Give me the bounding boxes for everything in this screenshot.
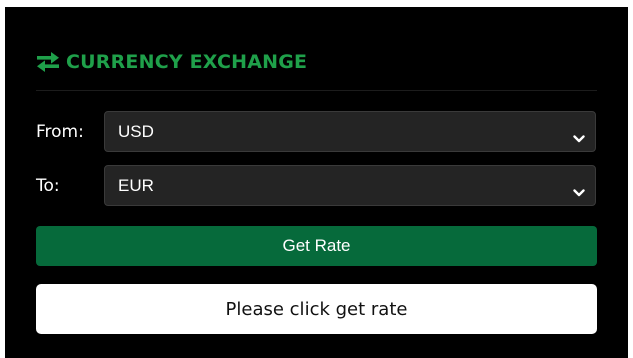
get-rate-button[interactable]: Get Rate bbox=[36, 226, 597, 266]
exchange-arrows-icon bbox=[36, 51, 60, 73]
from-currency-select[interactable]: USD bbox=[104, 111, 596, 152]
exchange-result-display: Please click get rate bbox=[36, 284, 597, 334]
to-label: To: bbox=[36, 176, 60, 196]
chevron-down-icon bbox=[573, 182, 585, 196]
header-divider bbox=[36, 90, 597, 91]
to-currency-select[interactable]: EUR bbox=[104, 165, 596, 206]
card-header: CURRENCY EXCHANGE bbox=[36, 48, 307, 76]
from-label: From: bbox=[36, 122, 84, 142]
chevron-down-icon bbox=[573, 128, 585, 142]
from-currency-value: USD bbox=[118, 121, 154, 141]
page-title: CURRENCY EXCHANGE bbox=[66, 51, 308, 73]
currency-exchange-card: CURRENCY EXCHANGE From: USD To: EUR Get … bbox=[5, 7, 628, 358]
to-currency-value: EUR bbox=[118, 175, 154, 195]
